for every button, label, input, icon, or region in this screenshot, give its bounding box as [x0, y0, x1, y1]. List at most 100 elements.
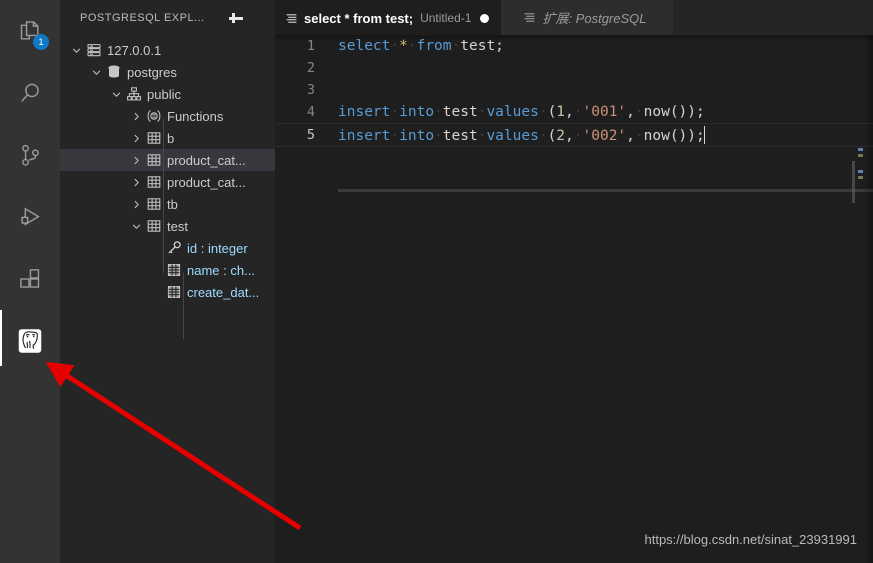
tree-item-label: postgres	[127, 65, 177, 80]
tree-item-product-cat[interactable]: product_cat...	[60, 171, 275, 193]
schema-icon	[124, 86, 144, 102]
activity-item-source-control[interactable]	[0, 124, 60, 186]
tree-item-test[interactable]: test	[60, 215, 275, 237]
tab-extension-postgresql[interactable]: 扩展: PostgreSQL	[501, 0, 672, 35]
tree-item-label: product_cat...	[167, 153, 246, 168]
chevron-down-icon[interactable]	[108, 83, 124, 105]
tree-item-label: tb	[167, 197, 178, 212]
indent-guide	[163, 119, 164, 273]
token: ,	[565, 128, 574, 144]
activity-bar: 1	[0, 0, 60, 563]
code-editor[interactable]: 1select·*·from·test;234insert·into·test·…	[275, 35, 873, 563]
indent-guide	[183, 273, 184, 339]
token: insert	[338, 128, 390, 144]
tree-item-label: public	[147, 87, 181, 102]
tree-item-label: id : integer	[187, 241, 248, 256]
token: (	[548, 128, 557, 144]
token: into	[399, 104, 434, 120]
twisty-spacer	[148, 259, 164, 281]
token: (	[548, 104, 557, 120]
token: 1	[556, 104, 565, 120]
extension-page-icon	[523, 11, 536, 24]
watermark-url: https://blog.csdn.net/sinat_23931991	[645, 532, 858, 547]
tab-dirty-indicator[interactable]	[480, 14, 489, 23]
activity-item-run-and-debug[interactable]	[0, 186, 60, 248]
tree-item-functions[interactable]: Functions	[60, 105, 275, 127]
tree-item-b[interactable]: b	[60, 127, 275, 149]
function-icon	[144, 108, 164, 124]
activity-item-postgresql[interactable]	[0, 310, 60, 372]
key-icon	[164, 240, 184, 256]
tree-item-label: test	[167, 219, 188, 234]
extensions-icon	[17, 266, 43, 292]
activity-item-extensions[interactable]	[0, 248, 60, 310]
chevron-down-icon[interactable]	[68, 39, 84, 61]
code-line[interactable]: 2	[275, 57, 873, 79]
chevron-right-icon[interactable]	[128, 105, 144, 127]
tree-item-name-ch[interactable]: name : ch...	[60, 259, 275, 281]
table-icon	[144, 196, 164, 212]
tree-item-postgres[interactable]: postgres	[60, 61, 275, 83]
tree-item-tb[interactable]: tb	[60, 193, 275, 215]
database-icon	[104, 64, 124, 80]
sidebar-actions	[227, 9, 245, 27]
line-number: 2	[275, 60, 338, 76]
table-icon	[144, 130, 164, 146]
tab-description: Untitled-1	[420, 11, 471, 25]
chevron-right-icon[interactable]	[128, 149, 144, 171]
token: ·	[434, 128, 443, 144]
tree-item-id-integer[interactable]: id : integer	[60, 237, 275, 259]
source-control-icon	[17, 142, 44, 169]
token: ·	[390, 104, 399, 120]
token: insert	[338, 104, 390, 120]
line-content: insert·into·test·values·(1,·'001',·now()…	[338, 104, 705, 120]
line-content: select·*·from·test;	[338, 38, 504, 54]
code-line[interactable]: 5insert·into·test·values·(2,·'002',·now(…	[275, 123, 873, 147]
table-icon	[144, 174, 164, 190]
sql-file-icon	[285, 12, 298, 25]
token: ());	[670, 104, 705, 120]
code-line[interactable]: 4insert·into·test·values·(1,·'001',·now(…	[275, 101, 873, 123]
tree-item-public[interactable]: public	[60, 83, 275, 105]
chevron-right-icon[interactable]	[128, 171, 144, 193]
horizontal-scrollbar[interactable]	[338, 189, 873, 192]
token: values	[486, 128, 538, 144]
search-icon	[17, 80, 44, 107]
token: ,	[626, 128, 635, 144]
token: ·	[539, 104, 548, 120]
activity-item-search[interactable]	[0, 62, 60, 124]
tree-item-127-0-0-1[interactable]: 127.0.0.1	[60, 39, 275, 61]
token: 2	[556, 128, 565, 144]
tree-item-product-cat[interactable]: product_cat...	[60, 149, 275, 171]
line-number: 5	[275, 127, 338, 143]
add-connection-button[interactable]	[227, 9, 245, 27]
token: *	[399, 38, 408, 54]
activity-item-explorer[interactable]: 1	[0, 0, 60, 62]
chevron-down-icon[interactable]	[128, 215, 144, 237]
code-line[interactable]: 3	[275, 79, 873, 101]
token: ·	[635, 128, 644, 144]
table-icon	[144, 152, 164, 168]
token: '001'	[583, 104, 627, 120]
chevron-down-icon[interactable]	[88, 61, 104, 83]
token: '002'	[583, 128, 627, 144]
token: ·	[452, 38, 461, 54]
tab-select-from-test[interactable]: select * from test; Untitled-1	[275, 0, 501, 35]
chevron-right-icon[interactable]	[128, 193, 144, 215]
database-tree: 127.0.0.1 postgres public Functionsb product…	[60, 35, 275, 303]
minimap-slider[interactable]	[852, 161, 855, 203]
chevron-right-icon[interactable]	[128, 127, 144, 149]
twisty-spacer	[148, 281, 164, 303]
tree-item-create-dat[interactable]: create_dat...	[60, 281, 275, 303]
postgresql-elephant-icon	[15, 326, 45, 356]
editor-area: select * from test; Untitled-1 扩展: Postg…	[275, 0, 873, 563]
token: test	[460, 38, 495, 54]
postgresql-explorer-panel: POSTGRESQL EXPL... 127.0.0.1postgrespubl…	[60, 0, 275, 563]
token: ,	[626, 104, 635, 120]
explorer-badge: 1	[33, 34, 49, 50]
column-icon	[164, 284, 184, 300]
token: test	[443, 104, 478, 120]
token: ·	[635, 104, 644, 120]
line-number: 3	[275, 82, 338, 98]
code-line[interactable]: 1select·*·from·test;	[275, 35, 873, 57]
